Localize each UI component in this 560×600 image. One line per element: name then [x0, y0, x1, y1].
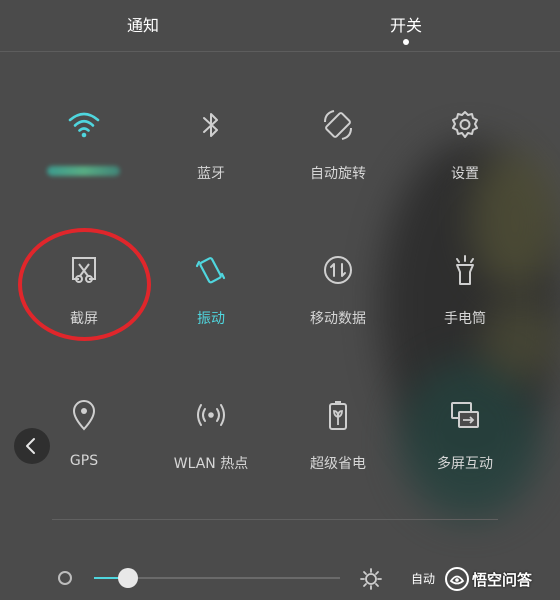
tile-label: 手电筒 [444, 311, 486, 327]
tile-label: 自动旋转 [310, 166, 366, 182]
tile-hotspot[interactable]: WLAN 热点 [146, 398, 276, 508]
brightness-slider-thumb[interactable] [118, 568, 139, 588]
auto-rotate-icon [324, 110, 352, 140]
tile-label: 超级省电 [310, 456, 366, 472]
hotspot-icon [197, 404, 225, 426]
quick-settings-panel: 通知 开关 蓝牙 自动旋转 设置 截屏 振动 移动数据 手电筒 GPS WLAN… [0, 0, 560, 600]
tile-flashlight[interactable]: 手电筒 [400, 253, 530, 363]
location-pin-icon [72, 400, 96, 431]
tab-toggles[interactable]: 开关 [346, 12, 466, 36]
tile-label: 设置 [451, 166, 479, 182]
divider [52, 519, 498, 520]
selected-tab-indicator [403, 39, 409, 45]
tile-label: 多屏互动 [437, 456, 493, 472]
wifi-network-name-obscured [47, 166, 120, 176]
brightness-low-icon [58, 571, 72, 585]
wifi-icon [68, 112, 100, 138]
tile-bluetooth[interactable]: 蓝牙 [146, 108, 276, 218]
tab-notifications[interactable]: 通知 [83, 12, 203, 36]
mobile-data-icon [324, 256, 352, 284]
watermark: 悟空问答 [440, 563, 558, 595]
tile-multi-screen[interactable]: 多屏互动 [400, 398, 530, 508]
bluetooth-icon [203, 113, 218, 137]
tile-vibrate[interactable]: 振动 [146, 253, 276, 363]
tile-label: 蓝牙 [197, 166, 225, 182]
tile-mobile-data[interactable]: 移动数据 [273, 253, 403, 363]
tile-settings[interactable]: 设置 [400, 108, 530, 218]
tile-label: 移动数据 [310, 311, 366, 327]
red-annotation-circle [18, 228, 151, 341]
tile-label: 振动 [197, 311, 225, 327]
watermark-text: 悟空问答 [472, 571, 533, 589]
battery-saver-icon [329, 401, 347, 430]
tile-auto-rotate[interactable]: 自动旋转 [273, 108, 403, 218]
brightness-high-icon [360, 568, 382, 590]
settings-gear-icon [452, 111, 478, 138]
multi-screen-icon [451, 402, 479, 428]
wukong-logo-icon [445, 567, 469, 591]
vibrate-icon [195, 257, 226, 284]
tile-label: WLAN 热点 [173, 456, 249, 472]
tile-wifi[interactable] [19, 108, 149, 218]
panel-header: 通知 开关 [0, 0, 560, 52]
auto-brightness-toggle[interactable]: 自动 [411, 570, 435, 587]
back-button[interactable] [14, 428, 50, 464]
flashlight-icon [456, 255, 474, 285]
tile-battery-saver[interactable]: 超级省电 [273, 398, 403, 508]
chevron-left-icon [26, 438, 35, 454]
